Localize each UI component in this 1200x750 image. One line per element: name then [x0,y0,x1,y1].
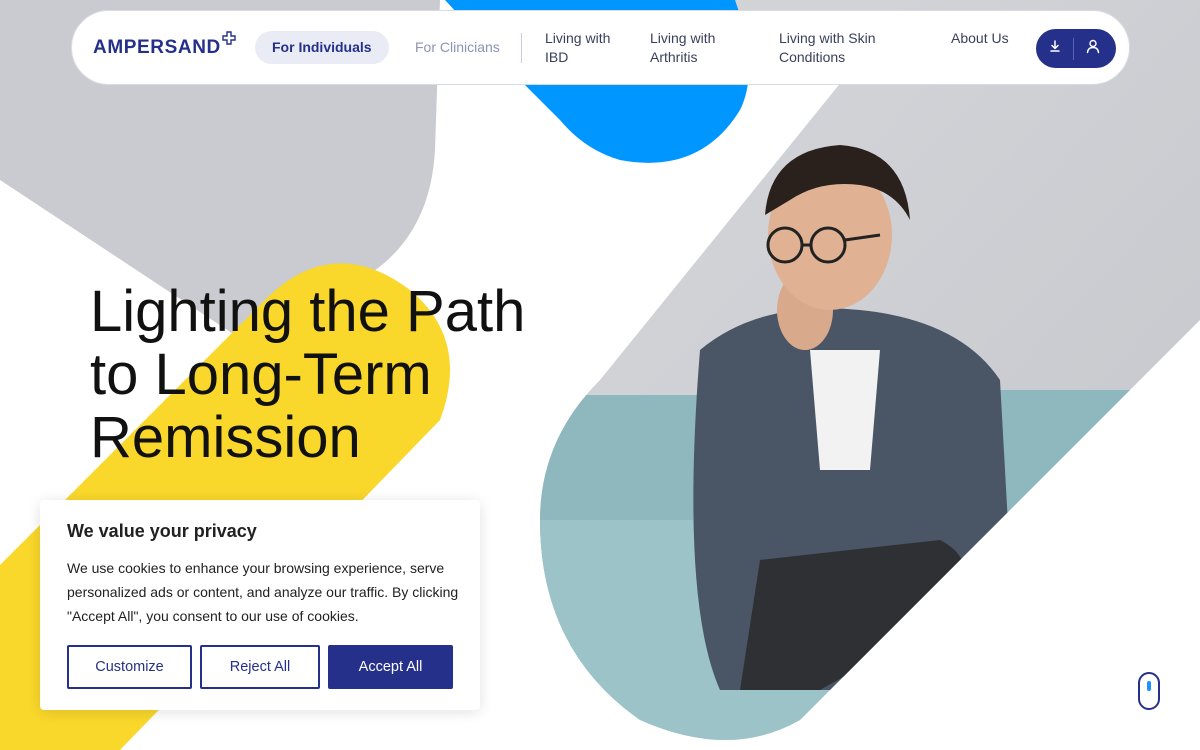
hero-heading-line-2: to Long-Term [90,342,432,407]
nav-for-clinicians[interactable]: For Clinicians [415,39,500,55]
reject-all-button[interactable]: Reject All [200,645,320,689]
hero-heading: Lighting the Path to Long-Term Remission [90,280,550,469]
nav-living-with-skin-conditions[interactable]: Living with Skin Conditions [779,29,899,67]
download-icon [1048,39,1062,58]
nav-living-with-ibd[interactable]: Living with IBD [545,29,625,67]
accept-all-button[interactable]: Accept All [328,645,453,689]
site-header: AMPERSAND For Individuals For Clinicians… [71,10,1130,85]
hero-heading-line-3: Remission [90,405,361,470]
download-button[interactable] [1036,29,1073,68]
cookie-consent-banner: We value your privacy We use cookies to … [40,500,480,710]
nav-about-us[interactable]: About Us [951,29,1011,48]
scroll-indicator-icon[interactable] [1138,672,1160,710]
logo-text: AMPERSAND [93,37,221,58]
plus-icon [222,31,236,50]
nav-divider [521,33,522,63]
scroll-indicator-dot [1147,681,1151,691]
utility-button-group [1036,29,1116,68]
customize-button[interactable]: Customize [67,645,192,689]
hero-heading-line-1: Lighting the Path [90,279,526,344]
account-button[interactable] [1074,29,1111,68]
cookie-title: We value your privacy [67,521,257,541]
cookie-description: We use cookies to enhance your browsing … [67,560,459,624]
nav-living-with-arthritis[interactable]: Living with Arthritis [650,29,740,67]
ampersand-logo[interactable]: AMPERSAND [93,31,236,63]
nav-for-individuals[interactable]: For Individuals [255,31,389,64]
user-icon [1085,38,1101,59]
